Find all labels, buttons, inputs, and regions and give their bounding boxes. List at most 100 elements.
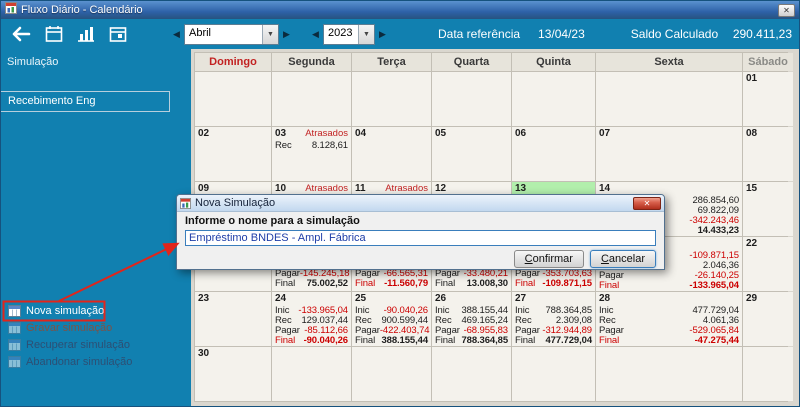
day-number: 02 [198, 128, 210, 139]
calendar-cell-22[interactable]: 22 [743, 237, 793, 291]
day-view-button[interactable] [105, 22, 131, 46]
abandonar-simulacao-icon [8, 356, 21, 368]
day-header-quinta: Quinta [512, 53, 595, 71]
day-number: 07 [599, 128, 611, 139]
calendar-cell-empty [596, 72, 742, 126]
day-number: 24 [275, 293, 287, 304]
sidebar-item-abandonar-simulacao: Abandonar simulação [8, 354, 187, 370]
month-next-button[interactable]: ▶ [279, 25, 294, 44]
day-header-terca: Terça [352, 53, 431, 71]
day-number: 04 [355, 128, 367, 139]
calendar-cell-empty [432, 72, 511, 126]
calendar-cell-empty [596, 347, 742, 401]
calendar-cell-01[interactable]: 01 [743, 72, 793, 126]
dialog-icon [180, 197, 191, 209]
calendar-cell-28[interactable]: 28 Inic 477.729,04 Rec 4.061,36 Pagar -529.065… [596, 292, 742, 346]
cash-line-final: Final -133.965,04 [599, 280, 739, 291]
toolbar: ◀ Abril ▼ ▶ ◀ 2023 ▼ ▶ Data referência 1… [1, 19, 799, 49]
calendar-cell-26[interactable]: 26 Inic 388.155,44 Rec 469.165,24 Pagar -68.95… [432, 292, 511, 346]
calendar-icon [44, 25, 64, 43]
sidebar-section-label: Simulação [7, 56, 59, 68]
cash-line-final: Final 788.364,85 [435, 335, 508, 346]
calendar-cell-07[interactable]: 07 [596, 127, 742, 181]
simulation-list-item[interactable]: Recebimento Eng [1, 92, 169, 111]
simulation-name-input[interactable] [185, 230, 656, 246]
window-titlebar: Fluxo Diário - Calendário ✕ [1, 1, 799, 19]
sidebar-item-recuperar-simulacao: Recuperar simulação [8, 337, 187, 353]
day-number: 23 [198, 293, 210, 304]
window-close-button[interactable]: ✕ [778, 3, 795, 17]
reference-date-label: Data referência [438, 27, 521, 41]
year-value: 2023 [328, 26, 353, 39]
day-number: 08 [746, 128, 758, 139]
day-number: 01 [746, 73, 758, 84]
dialog-title: Nova Simulação [195, 197, 276, 209]
dialog-close-button[interactable]: ✕ [633, 196, 661, 210]
sidebar-item-gravar-simulacao: Gravar simulação [8, 320, 187, 336]
calendar-cell-25[interactable]: 25 Inic -90.040,26 Rec 900.599,44 Pagar -422.4… [352, 292, 431, 346]
cash-line-final: Final 388.155,44 [355, 335, 428, 346]
sidebar: Simulação Recebimento Eng Nova simulação… [1, 49, 191, 406]
calendar-day-icon [108, 25, 128, 43]
cash-line-final: Final 75.002,52 [275, 278, 348, 289]
day-number: 26 [435, 293, 447, 304]
calendar-cell-27[interactable]: 27 Inic 788.364,85 Rec 2.309,08 Pagar -312.944… [512, 292, 595, 346]
window-title: Fluxo Diário - Calendário [21, 4, 143, 16]
calendar-cell-empty [272, 347, 351, 401]
dropdown-arrow-icon: ▼ [262, 24, 278, 44]
day-header-sabado: Sábado [743, 53, 793, 71]
day-header-segunda: Segunda [272, 53, 351, 71]
app-icon [5, 1, 17, 19]
app-window: Fluxo Diário - Calendário ✕ ◀ Abril ▼ ▶ … [0, 0, 800, 407]
sidebar-item-label: Abandonar simulação [26, 356, 133, 368]
bar-chart-icon [76, 25, 96, 43]
day-number: 29 [746, 293, 758, 304]
dialog-body: Informe o nome para a simulação Confirma… [177, 212, 664, 268]
calendar-cell-04[interactable]: 04 [352, 127, 431, 181]
cash-line-final: Final -90.040,26 [275, 335, 348, 346]
chart-view-button[interactable] [73, 22, 99, 46]
day-header-quarta: Quarta [432, 53, 511, 71]
day-number: 27 [515, 293, 527, 304]
cash-line-final: Final 477.729,04 [515, 335, 592, 346]
dialog-prompt: Informe o nome para a simulação [185, 215, 360, 227]
back-button[interactable] [5, 22, 35, 46]
balance-value: 290.411,23 [732, 27, 792, 41]
sidebar-item-label: Gravar simulação [26, 322, 113, 334]
calendar-cell-06[interactable]: 06 [512, 127, 595, 181]
dropdown-arrow-icon: ▼ [358, 24, 374, 44]
sidebar-item-nova-simulacao[interactable]: Nova simulação [8, 303, 187, 319]
cancel-button[interactable]: Cancelar [589, 250, 656, 268]
year-prev-button[interactable]: ◀ [308, 25, 323, 44]
recuperar-simulacao-icon [8, 339, 21, 351]
day-number: 25 [355, 293, 367, 304]
day-header-sexta: Sexta [596, 53, 742, 71]
calendar-cell-23[interactable]: 23 [195, 292, 271, 346]
year-select[interactable]: 2023 ▼ [323, 23, 375, 45]
month-select[interactable]: Abril ▼ [184, 23, 279, 45]
calendar-cell-24[interactable]: 24 Inic -133.965,04 Rec 129.037,44 Pagar -85.1… [272, 292, 351, 346]
cash-line-final: Final -11.560,79 [355, 278, 428, 289]
confirm-button[interactable]: Confirmar [513, 250, 584, 268]
new-simulation-dialog: Nova Simulação ✕ Informe o nome para a s… [176, 194, 665, 270]
calendar-cell-30[interactable]: 30 [195, 347, 271, 401]
calendar-cell-29[interactable]: 29 [743, 292, 793, 346]
year-next-button[interactable]: ▶ [375, 25, 390, 44]
sidebar-item-label: Nova simulação [26, 305, 105, 317]
nova-simulacao-icon [8, 305, 21, 317]
calendar-cell-empty [743, 347, 793, 401]
calendar-cell-15[interactable]: 15 [743, 182, 793, 236]
balance-label: Saldo Calculado [630, 27, 719, 41]
calendar-cell-05[interactable]: 05 [432, 127, 511, 181]
gravar-simulacao-icon [8, 322, 21, 334]
calendar-cell-08[interactable]: 08 [743, 127, 793, 181]
calendar-cell-02[interactable]: 02 [195, 127, 271, 181]
day-number: 28 [599, 293, 611, 304]
day-number: 03 [275, 128, 287, 139]
calendar-cell-empty [432, 347, 511, 401]
month-prev-button[interactable]: ◀ [169, 25, 184, 44]
dialog-buttons: Confirmar Cancelar [185, 250, 656, 268]
calendar-cell-empty [352, 72, 431, 126]
calendar-cell-03[interactable]: 03 Atrasados Rec 8.128,61 [272, 127, 351, 181]
calendar-view-button[interactable] [41, 22, 67, 46]
